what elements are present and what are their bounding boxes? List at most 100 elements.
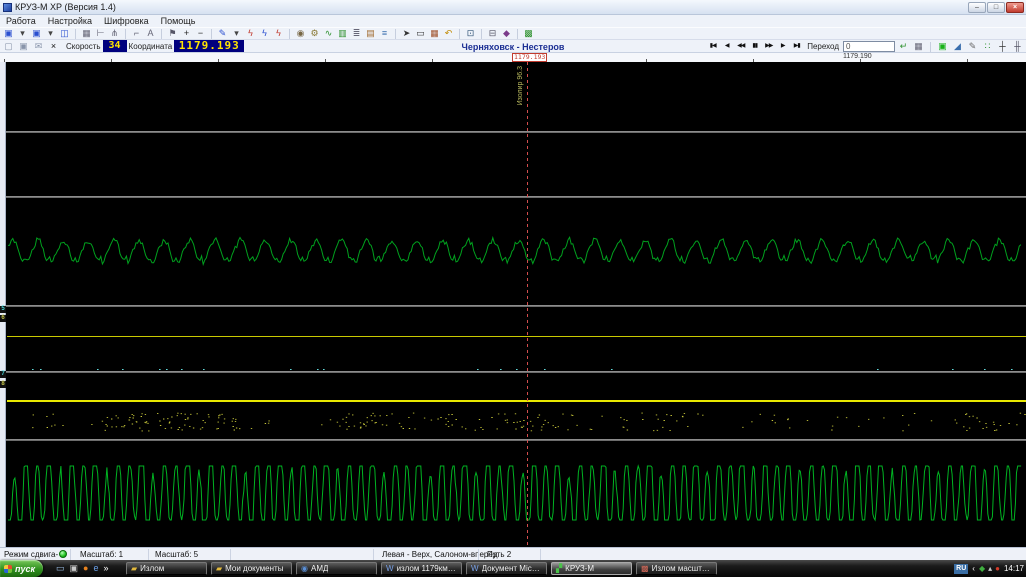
print-preview-button[interactable]: ⊡ [464, 28, 477, 39]
statusbar-divider [70, 549, 71, 560]
green-screen-button[interactable]: ▣ [936, 41, 949, 52]
go-first-button[interactable]: ▮◀ [706, 41, 719, 52]
task-button-5[interactable]: WДокумент Microsof... [466, 562, 547, 575]
menu-bar: Работа Настройка Шифровка Помощь [0, 15, 1026, 27]
film-button[interactable]: ▦ [428, 28, 441, 39]
table-button[interactable]: ▦ [912, 41, 925, 52]
mail-doc-button[interactable]: ✉ [32, 41, 45, 52]
pause-button[interactable]: ▮▮ [748, 41, 761, 52]
monitor-button[interactable]: ▥ [336, 28, 349, 39]
select-region-button[interactable]: ▭ [414, 28, 427, 39]
notes-button[interactable]: ≡ [378, 28, 391, 39]
picket-marks-button[interactable]: ⋔ [108, 28, 121, 39]
run-play-button[interactable]: ϟ [258, 28, 271, 39]
sleeper-grid-button[interactable]: ▦ [80, 28, 93, 39]
status-bar: Режим сдвига- Масштаб: 1 Масштаб: 5 Лева… [0, 547, 1026, 560]
language-indicator[interactable]: RU [954, 563, 969, 574]
task-button-7[interactable]: ▩Излом масштаб 25... [636, 562, 717, 575]
show-desktop-icon[interactable]: ▭ [56, 562, 65, 575]
quick-launch-more-button[interactable]: » [103, 562, 108, 575]
fast-forward-button[interactable]: ▶▶ [762, 41, 775, 52]
histogram-button[interactable]: ╫ [1011, 41, 1024, 52]
statusbar-divider [478, 549, 479, 560]
file-left-dropdown[interactable]: ▾ [16, 28, 29, 39]
maximize-button[interactable]: □ [987, 1, 1005, 13]
menu-item-1[interactable]: Работа [6, 16, 36, 26]
toolbar-separator [75, 28, 76, 39]
magnet-button[interactable]: ⌐ [130, 28, 143, 39]
menu-item-4[interactable]: Помощь [161, 16, 196, 26]
goto-apply-button[interactable]: ↵ [897, 41, 910, 52]
delete-button[interactable]: × [47, 41, 60, 52]
file-left-button[interactable]: ▣ [2, 28, 15, 39]
task-button-3[interactable]: ◉ АМД [296, 562, 377, 575]
tray-network-icon[interactable]: ▴ [988, 562, 992, 575]
channel-separator [0, 305, 1026, 307]
split-view-button[interactable]: ◫ [58, 28, 71, 39]
waveform-area[interactable]: Изолир 96.3 5 6 7 8 [0, 62, 1026, 547]
zoom-out-button[interactable]: − [194, 28, 207, 39]
task-icon: ▞ [556, 564, 563, 573]
media-player-icon[interactable]: ▣ [70, 562, 79, 575]
ruler-coordinate-label: 1179.190 [843, 53, 872, 60]
zoom-in-button[interactable]: + [180, 28, 193, 39]
graph-button[interactable]: ∿ [322, 28, 335, 39]
launcher-icon[interactable]: ● [83, 562, 88, 575]
screenshot-button[interactable]: ▩ [522, 28, 535, 39]
menu-item-2[interactable]: Настройка [48, 16, 92, 26]
pen-button[interactable]: ✎ [216, 28, 229, 39]
help-book-button[interactable]: ◆ [500, 28, 513, 39]
brush-button[interactable]: ✎ [966, 41, 979, 52]
quick-launch-bar: ▭ ▣ ● e » [56, 562, 109, 575]
run-back-button[interactable]: ϟ [244, 28, 257, 39]
new-doc-button[interactable]: ▢ [2, 41, 15, 52]
task-icon: ▰ [216, 564, 223, 573]
pen-dropdown[interactable]: ▾ [230, 28, 243, 39]
undo-button[interactable]: ↶ [442, 28, 455, 39]
journal-button[interactable]: ▤ [364, 28, 377, 39]
task-button-4[interactable]: Wизлом 1179км 2пк. ... [381, 562, 462, 575]
filter-button[interactable]: ◢ [951, 41, 964, 52]
copy-doc-button[interactable]: ▣ [17, 41, 30, 52]
start-label: пуск [15, 563, 36, 574]
coordinate-ruler[interactable]: 1179.190 1179.193 [0, 53, 1026, 62]
task-label: АМД [310, 564, 329, 573]
ruler-marks-button[interactable]: ⊢ [94, 28, 107, 39]
internet-explorer-icon[interactable]: e [93, 562, 98, 575]
search-button[interactable]: ◉ [294, 28, 307, 39]
menu-item-3[interactable]: Шифровка [104, 16, 149, 26]
shift-mode-indicator [59, 550, 67, 558]
rewind-button[interactable]: ◀◀ [734, 41, 747, 52]
task-button-1[interactable]: ▰ Излом [126, 562, 207, 575]
file-right-button[interactable]: ▣ [30, 28, 43, 39]
toolbar-separator [211, 28, 212, 39]
cursor-line[interactable] [527, 62, 528, 547]
letter-a-button[interactable]: A [144, 28, 157, 39]
tray-collapse-button[interactable]: ‹ [972, 562, 975, 575]
print-button[interactable]: ⊟ [486, 28, 499, 39]
goto-input[interactable] [843, 41, 895, 52]
pointer-button[interactable]: ➤ [400, 28, 413, 39]
scale1-label: Масштаб: 1 [80, 550, 124, 559]
tools-button[interactable]: ⚙ [308, 28, 321, 39]
statusbar-divider [148, 549, 149, 560]
task-button-6[interactable]: ▞ КРУЗ-М [551, 562, 632, 575]
close-button[interactable]: × [1006, 1, 1024, 13]
bottom-periodic-wave [8, 464, 1022, 522]
yellow-speckles [32, 412, 1026, 432]
crosshair-button[interactable]: ┼ [996, 41, 1009, 52]
tray-agent-icon[interactable]: ◆ [979, 562, 985, 575]
start-button[interactable]: пуск [0, 560, 44, 577]
scatter-button[interactable]: ∷ [981, 41, 994, 52]
flag-button[interactable]: ⚑ [166, 28, 179, 39]
run-stop-button[interactable]: ϟ [272, 28, 285, 39]
levels-button[interactable]: ≣ [350, 28, 363, 39]
task-button-2[interactable]: ▰ Мои документы [211, 562, 292, 575]
cursor-coordinate-box: 1179.193 [512, 53, 548, 62]
minimize-button[interactable]: – [968, 1, 986, 13]
file-right-dropdown[interactable]: ▾ [44, 28, 57, 39]
step-back-button[interactable]: ◀ [720, 41, 733, 52]
step-forward-button[interactable]: ▶ [776, 41, 789, 52]
go-last-button[interactable]: ▶▮ [790, 41, 803, 52]
tray-antivirus-icon[interactable]: ● [995, 562, 1000, 575]
